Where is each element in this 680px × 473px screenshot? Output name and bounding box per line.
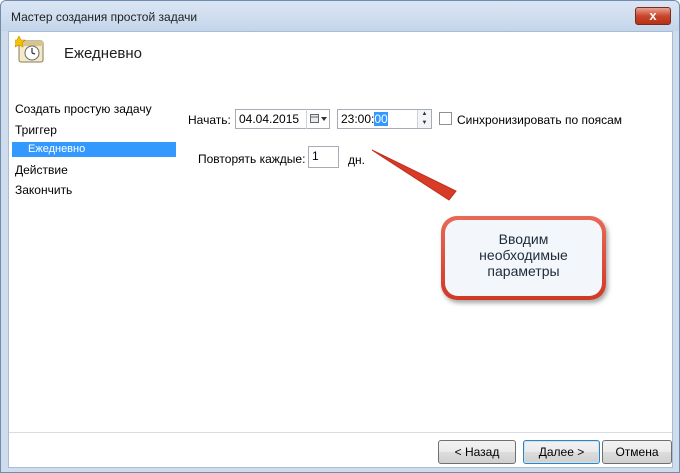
cancel-button[interactable]: Отмена xyxy=(602,440,672,464)
wizard-client-area: Ежедневно Создать простую задачу Триггер… xyxy=(8,31,673,468)
back-button[interactable]: < Назад xyxy=(438,440,516,464)
next-button[interactable]: Далее > xyxy=(523,440,600,464)
title-bar[interactable]: Мастер создания простой задачи x xyxy=(1,1,679,31)
wizard-window: Мастер создания простой задачи x Ежеднев… xyxy=(0,0,680,473)
footer-divider xyxy=(9,432,672,433)
close-icon: x xyxy=(649,8,657,23)
annotation-line-3: параметры xyxy=(487,263,560,279)
window-title: Мастер создания простой задачи xyxy=(11,10,198,24)
annotation-callout: Вводим необходимые параметры xyxy=(441,216,606,300)
close-button[interactable]: x xyxy=(635,7,671,25)
annotation-line-1: Вводим xyxy=(498,231,549,247)
annotation-line-2: необходимые xyxy=(479,247,568,263)
annotation-text: Вводим необходимые параметры xyxy=(445,220,602,296)
